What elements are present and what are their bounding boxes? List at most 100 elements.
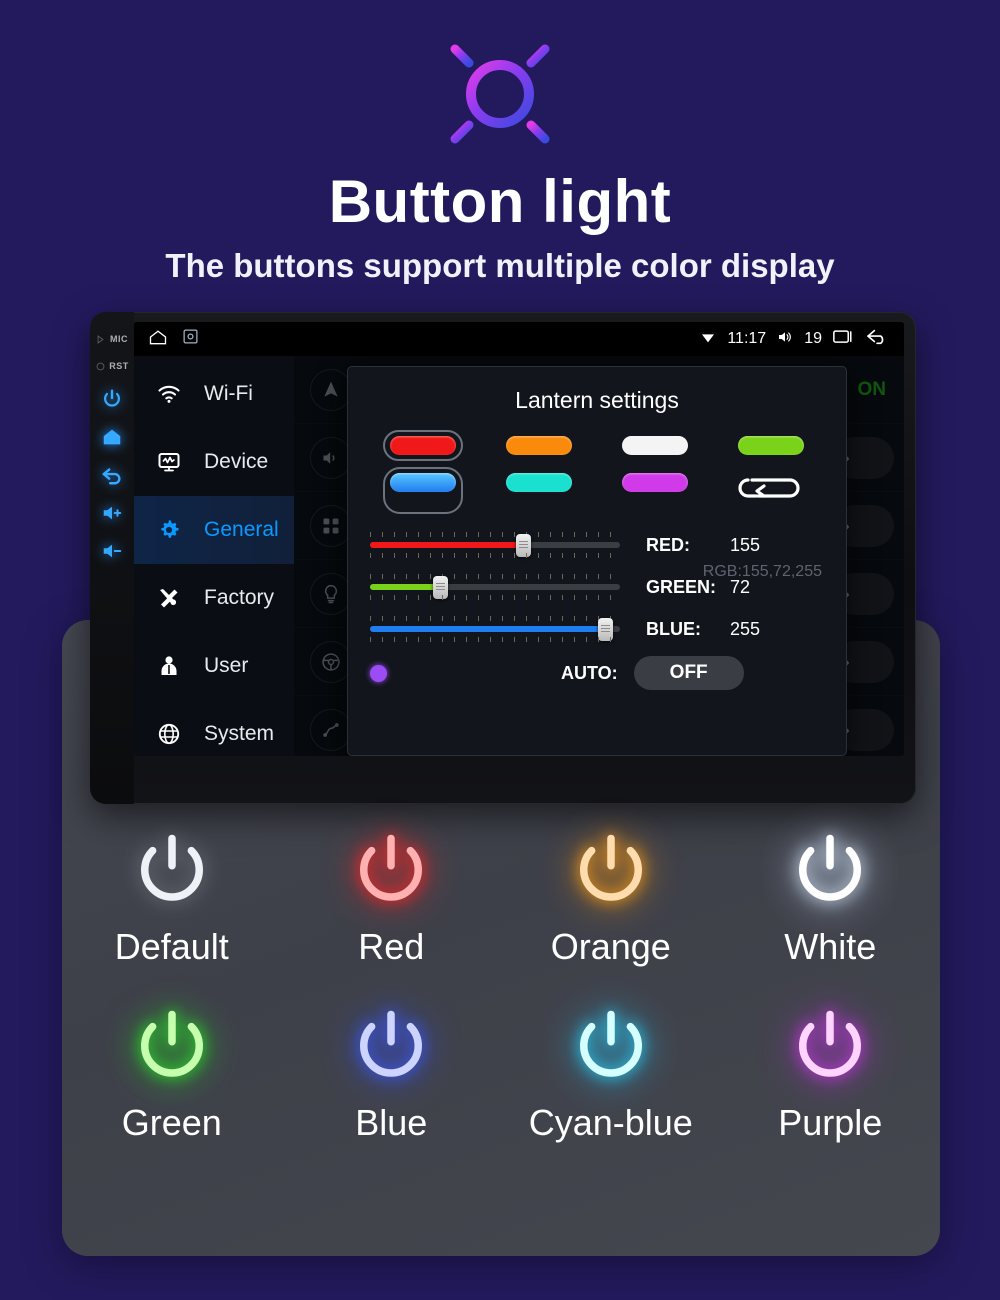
- red-slider[interactable]: [370, 532, 620, 558]
- swatch-white[interactable]: [622, 436, 688, 455]
- reset-label: RST: [109, 361, 129, 371]
- color-preview-dot: [370, 664, 387, 682]
- slider-row-blue: BLUE: 255: [370, 616, 824, 642]
- volume-up-icon: [103, 506, 122, 520]
- car-head-unit: MIC RST 11:17 19 Wi-Fi Device General Fa…: [90, 312, 916, 804]
- slider-fill: [370, 584, 440, 590]
- tick-marks: [370, 616, 620, 621]
- home-icon[interactable]: [148, 327, 168, 352]
- slider-label: RED:: [646, 534, 690, 555]
- device-icon: [156, 450, 182, 474]
- home-button[interactable]: [101, 426, 123, 448]
- app-grid-icon[interactable]: [182, 328, 199, 350]
- sun-brightness-icon: [0, 24, 1000, 164]
- tick-marks: [370, 553, 620, 558]
- slider-fill: [370, 626, 605, 632]
- sidebar-item-device[interactable]: Device: [134, 428, 294, 496]
- swatch-blue[interactable]: [390, 473, 456, 492]
- back-arrow-icon[interactable]: [866, 327, 890, 352]
- wifi-icon: [156, 382, 182, 406]
- rgb-readout: RGB:155,72,255: [702, 563, 822, 580]
- page-subtitle: The buttons support multiple color displ…: [165, 247, 835, 284]
- volume-up-button[interactable]: [101, 502, 123, 524]
- showcase-item-default: Default: [62, 820, 282, 968]
- volume-icon: [777, 329, 793, 350]
- power-icon: [348, 820, 434, 920]
- swatch-orange[interactable]: [506, 436, 572, 455]
- home-icon: [103, 429, 121, 445]
- sidebar-item-label: General: [204, 518, 279, 541]
- swatch-orange-wrap[interactable]: [506, 436, 572, 455]
- swatch-cyan[interactable]: [506, 473, 572, 492]
- power-icon: [568, 820, 654, 920]
- showcase-label: Blue: [355, 1102, 428, 1143]
- tick-marks: [370, 637, 620, 642]
- showcase-label: Green: [121, 1102, 222, 1143]
- head-unit-screen: 11:17 19 Wi-Fi Device General Factory Us…: [134, 322, 904, 756]
- sidebar-item-system[interactable]: System: [134, 700, 294, 756]
- back-arrow-icon: [102, 468, 121, 485]
- tick-marks: [370, 532, 620, 537]
- power-icon: [129, 996, 215, 1096]
- swatch-cyan-wrap[interactable]: [506, 473, 572, 508]
- showcase-label: White: [784, 926, 877, 967]
- showcase-item-purple: Purple: [721, 996, 941, 1144]
- swatch-green[interactable]: [738, 436, 804, 455]
- swatch-magenta[interactable]: [622, 473, 688, 492]
- hero-section: Button light The buttons support multipl…: [0, 0, 1000, 285]
- showcase-label: Cyan-blue: [528, 1102, 693, 1143]
- reset-button[interactable]: RST: [95, 361, 129, 372]
- showcase-item-orange: Orange: [501, 820, 721, 968]
- auto-label: AUTO:: [561, 662, 618, 683]
- sidebar-item-wifi[interactable]: Wi-Fi: [134, 360, 294, 428]
- tick-marks: [370, 595, 620, 600]
- swatch-red-wrap[interactable]: [383, 430, 463, 461]
- power-icon: [348, 996, 434, 1096]
- page-title: Button light: [328, 168, 672, 235]
- wifi-icon: [700, 329, 716, 350]
- status-volume-level: 19: [804, 330, 822, 347]
- sidebar-item-label: Factory: [204, 586, 275, 609]
- sidebar-item-label: User: [204, 654, 249, 677]
- volume-down-button[interactable]: [101, 540, 123, 562]
- blue-slider[interactable]: [370, 616, 620, 642]
- reset-icon: [96, 362, 105, 371]
- dialog-title: Lantern settings: [515, 387, 679, 413]
- hardware-button-strip: MIC RST: [90, 312, 134, 804]
- sidebar-item-label: Device: [204, 450, 269, 473]
- power-icon: [568, 996, 654, 1096]
- swatch-white-wrap[interactable]: [622, 436, 688, 455]
- auto-toggle-button[interactable]: OFF: [633, 656, 744, 690]
- settings-nav: Wi-Fi Device General Factory User System: [134, 356, 294, 756]
- sidebar-item-user[interactable]: User: [134, 632, 294, 700]
- mic-button[interactable]: MIC: [96, 334, 128, 345]
- green-slider[interactable]: [370, 574, 620, 600]
- user-icon: [156, 654, 182, 678]
- showcase-label: Orange: [550, 926, 671, 967]
- swatch-red[interactable]: [390, 436, 456, 455]
- swatch-green-wrap[interactable]: [738, 436, 804, 455]
- lantern-settings-dialog: Lantern settings RED: 155 GREEN: 72 BLUE…: [347, 366, 847, 756]
- showcase-label: Default: [114, 926, 229, 967]
- power-icon: [104, 389, 120, 407]
- recents-icon[interactable]: [833, 327, 855, 352]
- color-showcase: Default Red Orange White Green Blue Cyan…: [62, 820, 940, 1144]
- showcase-item-blue: Blue: [282, 996, 502, 1144]
- showcase-item-green: Green: [62, 996, 282, 1144]
- page-root: Button light The buttons support multipl…: [0, 0, 1000, 1300]
- swatch-blue-wrap[interactable]: [383, 467, 463, 514]
- showcase-item-cyan-blue: Cyan-blue: [501, 996, 721, 1144]
- power-button[interactable]: [101, 388, 123, 410]
- sidebar-item-label: Wi-Fi: [204, 382, 253, 405]
- rgb-sliders: RED: 155 GREEN: 72 BLUE: 255: [370, 532, 824, 642]
- slider-row-red: RED: 155: [370, 532, 824, 558]
- showcase-item-white: White: [721, 820, 941, 968]
- sidebar-item-general[interactable]: General: [134, 496, 294, 564]
- slider-fill: [370, 542, 523, 548]
- back-button[interactable]: [101, 464, 123, 486]
- auto-row: AUTO: OFF: [370, 656, 824, 690]
- swatch-magenta-wrap[interactable]: [622, 473, 688, 508]
- swatch-cycle[interactable]: [738, 473, 804, 508]
- showcase-item-red: Red: [282, 820, 502, 968]
- sidebar-item-factory[interactable]: Factory: [134, 564, 294, 632]
